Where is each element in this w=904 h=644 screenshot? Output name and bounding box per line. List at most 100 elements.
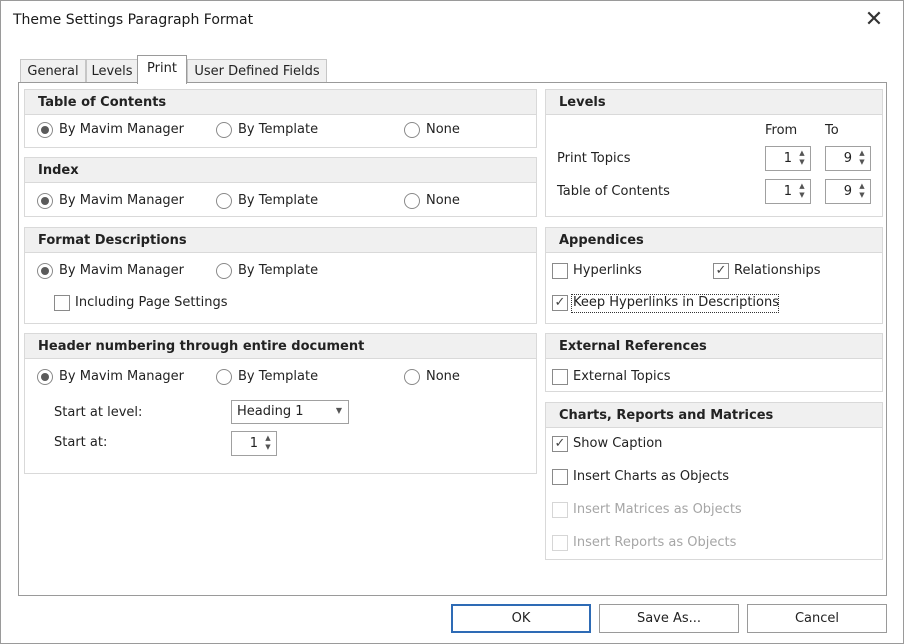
radio-label: By Template xyxy=(238,263,319,278)
group-header: Appendices xyxy=(546,228,882,253)
external-topics-checkbox[interactable] xyxy=(552,369,568,385)
from-column-label: From xyxy=(765,123,798,138)
hyperlinks-checkbox[interactable] xyxy=(552,263,568,279)
radio-label: By Template xyxy=(238,369,319,384)
spin-down-icon[interactable]: ▼ xyxy=(859,191,864,199)
insert-reports-checkbox xyxy=(552,535,568,551)
insert-matrices-checkbox xyxy=(552,502,568,518)
spin-up-icon[interactable]: ▲ xyxy=(799,149,804,157)
print-topics-from-spinner[interactable]: 1 ▲ ▼ xyxy=(765,146,811,171)
spinner-value: 1 xyxy=(783,184,792,199)
tab-general[interactable]: General xyxy=(20,59,86,83)
insert-charts-checkbox[interactable] xyxy=(552,469,568,485)
toc-by-mavim-manager-radio[interactable] xyxy=(37,122,53,138)
save-as-button[interactable]: Save As... xyxy=(599,604,739,633)
checkbox-label: Hyperlinks xyxy=(573,263,642,278)
toc-to-spinner[interactable]: 9 ▲ ▼ xyxy=(825,179,871,204)
spinner-value: 1 xyxy=(249,436,258,451)
charts-reports-matrices-group: Charts, Reports and Matrices ✓ Show Capt… xyxy=(545,402,883,560)
group-header: Index xyxy=(25,158,536,183)
to-column-label: To xyxy=(825,123,839,138)
toc-from-spinner[interactable]: 1 ▲ ▼ xyxy=(765,179,811,204)
spinner-value: 9 xyxy=(843,151,852,166)
radio-label: By Mavim Manager xyxy=(59,122,185,137)
spin-down-icon[interactable]: ▼ xyxy=(799,158,804,166)
start-at-label: Start at: xyxy=(54,435,108,450)
start-at-level-label: Start at level: xyxy=(54,405,143,420)
appendices-group: Appendices Hyperlinks ✓ Relationships ✓ … xyxy=(545,227,883,324)
start-at-level-combo[interactable]: Heading 1 ▼ xyxy=(231,400,349,424)
relationships-checkbox[interactable]: ✓ xyxy=(713,263,729,279)
dialog-window: Theme Settings Paragraph Format ✕ Genera… xyxy=(0,0,904,644)
close-icon[interactable]: ✕ xyxy=(863,9,885,31)
format-descriptions-group: Format Descriptions By Mavim Manager By … xyxy=(24,227,537,324)
spin-down-icon[interactable]: ▼ xyxy=(799,191,804,199)
group-header: Format Descriptions xyxy=(25,228,536,253)
format-by-mavim-manager-radio[interactable] xyxy=(37,263,53,279)
toc-by-template-radio[interactable] xyxy=(216,122,232,138)
checkbox-label: Relationships xyxy=(734,263,821,278)
levels-group: Levels From To Print Topics 1 ▲ ▼ 9 ▲ ▼ Ta… xyxy=(545,89,883,217)
radio-label: None xyxy=(426,369,460,384)
spinner-value: 1 xyxy=(783,151,792,166)
index-group: Index By Mavim Manager By Template None xyxy=(24,157,537,217)
print-tab-page: Table of Contents By Mavim Manager By Te… xyxy=(18,82,887,596)
start-at-spinner[interactable]: 1 ▲ ▼ xyxy=(231,431,277,456)
index-none-radio[interactable] xyxy=(404,193,420,209)
combo-value: Heading 1 xyxy=(237,404,304,419)
group-header: Table of Contents xyxy=(25,90,536,115)
chevron-down-icon[interactable]: ▼ xyxy=(336,406,342,415)
radio-label: By Template xyxy=(238,122,319,137)
toc-none-radio[interactable] xyxy=(404,122,420,138)
spinner-arrows-icon[interactable]: ▲ ▼ xyxy=(857,149,867,167)
numbering-by-mavim-manager-radio[interactable] xyxy=(37,369,53,385)
cancel-button[interactable]: Cancel xyxy=(747,604,887,633)
group-header: Header numbering through entire document xyxy=(25,334,536,359)
numbering-none-radio[interactable] xyxy=(404,369,420,385)
header-numbering-group: Header numbering through entire document… xyxy=(24,333,537,474)
radio-label: None xyxy=(426,122,460,137)
checkbox-label: Insert Matrices as Objects xyxy=(573,502,742,517)
radio-label: By Mavim Manager xyxy=(59,263,185,278)
checkbox-label: Keep Hyperlinks in Descriptions xyxy=(573,295,780,310)
spinner-arrows-icon[interactable]: ▲ ▼ xyxy=(797,182,807,200)
checkbox-label: Including Page Settings xyxy=(75,295,228,310)
spinner-arrows-icon[interactable]: ▲ ▼ xyxy=(857,182,867,200)
external-references-group: External References External Topics xyxy=(545,333,883,392)
format-by-template-radio[interactable] xyxy=(216,263,232,279)
index-by-mavim-manager-radio[interactable] xyxy=(37,193,53,209)
checkbox-label: Show Caption xyxy=(573,436,663,451)
print-topics-to-spinner[interactable]: 9 ▲ ▼ xyxy=(825,146,871,171)
group-header: External References xyxy=(546,334,882,359)
radio-label: None xyxy=(426,193,460,208)
group-header: Levels xyxy=(546,90,882,115)
spin-up-icon[interactable]: ▲ xyxy=(859,149,864,157)
show-caption-checkbox[interactable]: ✓ xyxy=(552,436,568,452)
tab-print[interactable]: Print xyxy=(137,55,187,84)
spin-up-icon[interactable]: ▲ xyxy=(799,182,804,190)
spinner-arrows-icon[interactable]: ▲ ▼ xyxy=(263,434,273,452)
numbering-by-template-radio[interactable] xyxy=(216,369,232,385)
radio-label: By Mavim Manager xyxy=(59,193,185,208)
index-by-template-radio[interactable] xyxy=(216,193,232,209)
radio-label: By Template xyxy=(238,193,319,208)
tab-levels[interactable]: Levels xyxy=(86,59,138,83)
group-header: Charts, Reports and Matrices xyxy=(546,403,882,428)
table-of-contents-group: Table of Contents By Mavim Manager By Te… xyxy=(24,89,537,148)
spinner-value: 9 xyxy=(843,184,852,199)
toc-levels-label: Table of Contents xyxy=(557,184,670,199)
checkbox-label: Insert Charts as Objects xyxy=(573,469,730,484)
print-topics-label: Print Topics xyxy=(557,151,631,166)
spin-down-icon[interactable]: ▼ xyxy=(265,443,270,451)
spin-up-icon[interactable]: ▲ xyxy=(859,182,864,190)
keep-hyperlinks-checkbox[interactable]: ✓ xyxy=(552,295,568,311)
dialog-title: Theme Settings Paragraph Format xyxy=(13,12,254,28)
including-page-settings-checkbox[interactable] xyxy=(54,295,70,311)
radio-label: By Mavim Manager xyxy=(59,369,185,384)
ok-button[interactable]: OK xyxy=(451,604,591,633)
checkbox-label: Insert Reports as Objects xyxy=(573,535,737,550)
tab-user-defined-fields[interactable]: User Defined Fields xyxy=(187,59,327,83)
spin-down-icon[interactable]: ▼ xyxy=(859,158,864,166)
spinner-arrows-icon[interactable]: ▲ ▼ xyxy=(797,149,807,167)
spin-up-icon[interactable]: ▲ xyxy=(265,434,270,442)
